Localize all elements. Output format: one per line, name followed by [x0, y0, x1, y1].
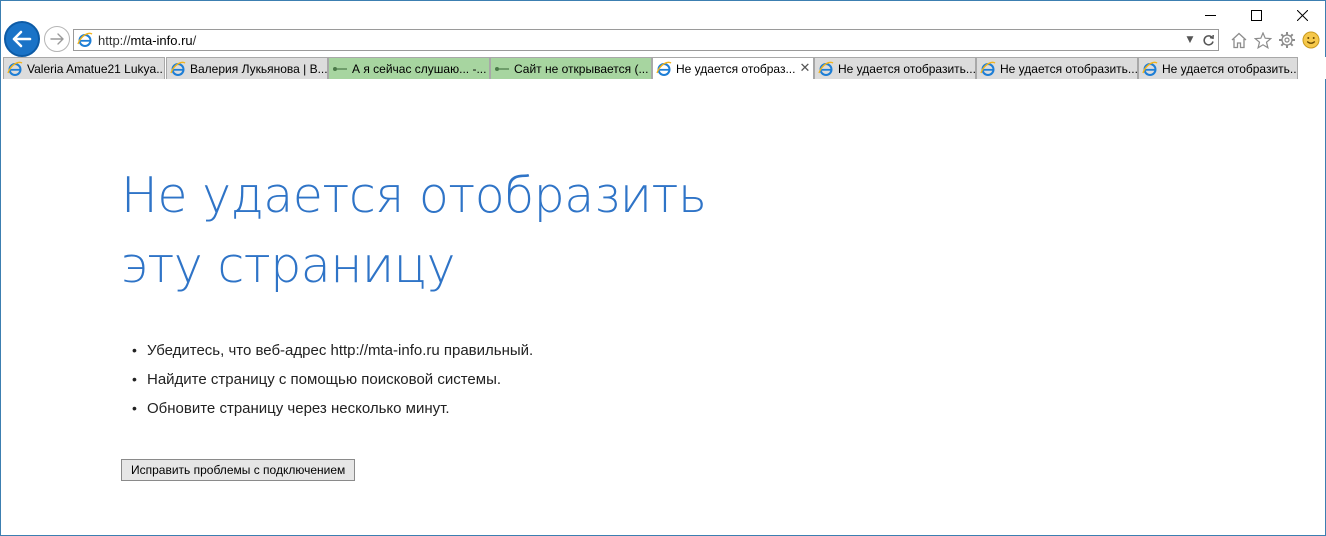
- toolbar-icons: [1229, 29, 1321, 51]
- tab-close-icon[interactable]: ✕: [797, 61, 813, 76]
- tab-5[interactable]: Не удается отобраз... ✕: [652, 57, 814, 79]
- link-icon: [494, 61, 510, 77]
- tab-3[interactable]: А я сейчас слушаю... -...: [328, 57, 490, 79]
- suggestion-item: • Найдите страницу с помощью поисковой си…: [132, 365, 1221, 394]
- tab-label: Сайт не открывается (...: [514, 61, 649, 76]
- page-title: Не удается отобразить эту страницу: [121, 167, 707, 294]
- suggestion-item: • Убедитесь, что веб-адрес http://mta-inf…: [132, 336, 1221, 365]
- error-page-content: Не удается отобразить эту страницу • Убед…: [121, 161, 1221, 481]
- address-dropdown-icon[interactable]: ▼: [1182, 35, 1198, 45]
- link-icon: [332, 61, 348, 77]
- gear-icon[interactable]: [1277, 30, 1297, 50]
- ie-icon: [74, 30, 96, 50]
- tab-label: Не удается отобразить...: [1000, 61, 1137, 76]
- tab-strip: Valeria Amatue21 Lukya... Валерия Лукьяно…: [1, 57, 1326, 79]
- address-url[interactable]: http://mta-info.ru/: [96, 33, 1182, 48]
- tab-1[interactable]: Valeria Amatue21 Lukya...: [3, 57, 165, 79]
- ie-icon: [7, 61, 23, 77]
- refresh-icon: [1202, 34, 1214, 46]
- suggestion-list: • Убедитесь, что веб-адрес http://mta-inf…: [121, 336, 1221, 423]
- tab-label: Valeria Amatue21 Lukya...: [27, 61, 164, 76]
- tab-7[interactable]: Не удается отобразить...: [976, 57, 1138, 79]
- tab-label: Не удается отобразить...: [838, 61, 975, 76]
- smiley-feedback-icon[interactable]: [1301, 30, 1321, 50]
- suggestion-text: Найдите страницу с помощью поисковой сис…: [147, 371, 502, 388]
- tab-label: Валерия Лукьянова | В...: [190, 61, 327, 76]
- tab-6[interactable]: Не удается отобразить...: [814, 57, 976, 79]
- tab-4[interactable]: Сайт не открывается (...: [490, 57, 652, 79]
- ie-icon: [818, 61, 834, 77]
- tab-2[interactable]: Валерия Лукьянова | В...: [166, 57, 328, 79]
- tab-label: А я сейчас слушаю... -...: [352, 61, 487, 76]
- arrow-left-icon: [12, 30, 32, 48]
- tab-label: Не удается отобразить...: [1162, 61, 1297, 76]
- address-bar[interactable]: http://mta-info.ru/ ▼: [73, 29, 1219, 51]
- ie-icon: [656, 61, 672, 77]
- arrow-right-icon: [50, 33, 64, 45]
- navigation-bar: http://mta-info.ru/ ▼: [1, 19, 1326, 59]
- url-host: mta-info.ru: [130, 32, 193, 48]
- tab-label: Не удается отобраз...: [676, 61, 796, 76]
- browser-window: http://mta-info.ru/ ▼ Valeria Amatue21 L…: [0, 0, 1326, 536]
- fix-connection-button[interactable]: Исправить проблемы с подключением: [121, 459, 356, 481]
- ie-icon: [980, 61, 996, 77]
- url-prefix: http://: [98, 32, 131, 48]
- ie-icon: [170, 61, 186, 77]
- tab-8[interactable]: Не удается отобразить...: [1138, 57, 1298, 79]
- bullet-icon: •: [132, 371, 137, 387]
- bullet-icon: •: [132, 400, 137, 416]
- bullet-icon: •: [132, 342, 137, 358]
- suggestion-item: • Обновите страницу через несколько минут…: [132, 394, 1221, 423]
- forward-button[interactable]: [44, 26, 70, 52]
- favorites-star-icon[interactable]: [1253, 30, 1273, 50]
- back-button[interactable]: [4, 21, 40, 57]
- url-suffix: /: [192, 32, 197, 48]
- suggestion-text: Обновите страницу через несколько минут.: [147, 400, 450, 417]
- home-icon[interactable]: [1229, 30, 1249, 50]
- refresh-button[interactable]: [1198, 34, 1218, 47]
- ie-icon: [1142, 61, 1158, 77]
- suggestion-text: Убедитесь, что веб-адрес http://mta-info…: [147, 342, 534, 359]
